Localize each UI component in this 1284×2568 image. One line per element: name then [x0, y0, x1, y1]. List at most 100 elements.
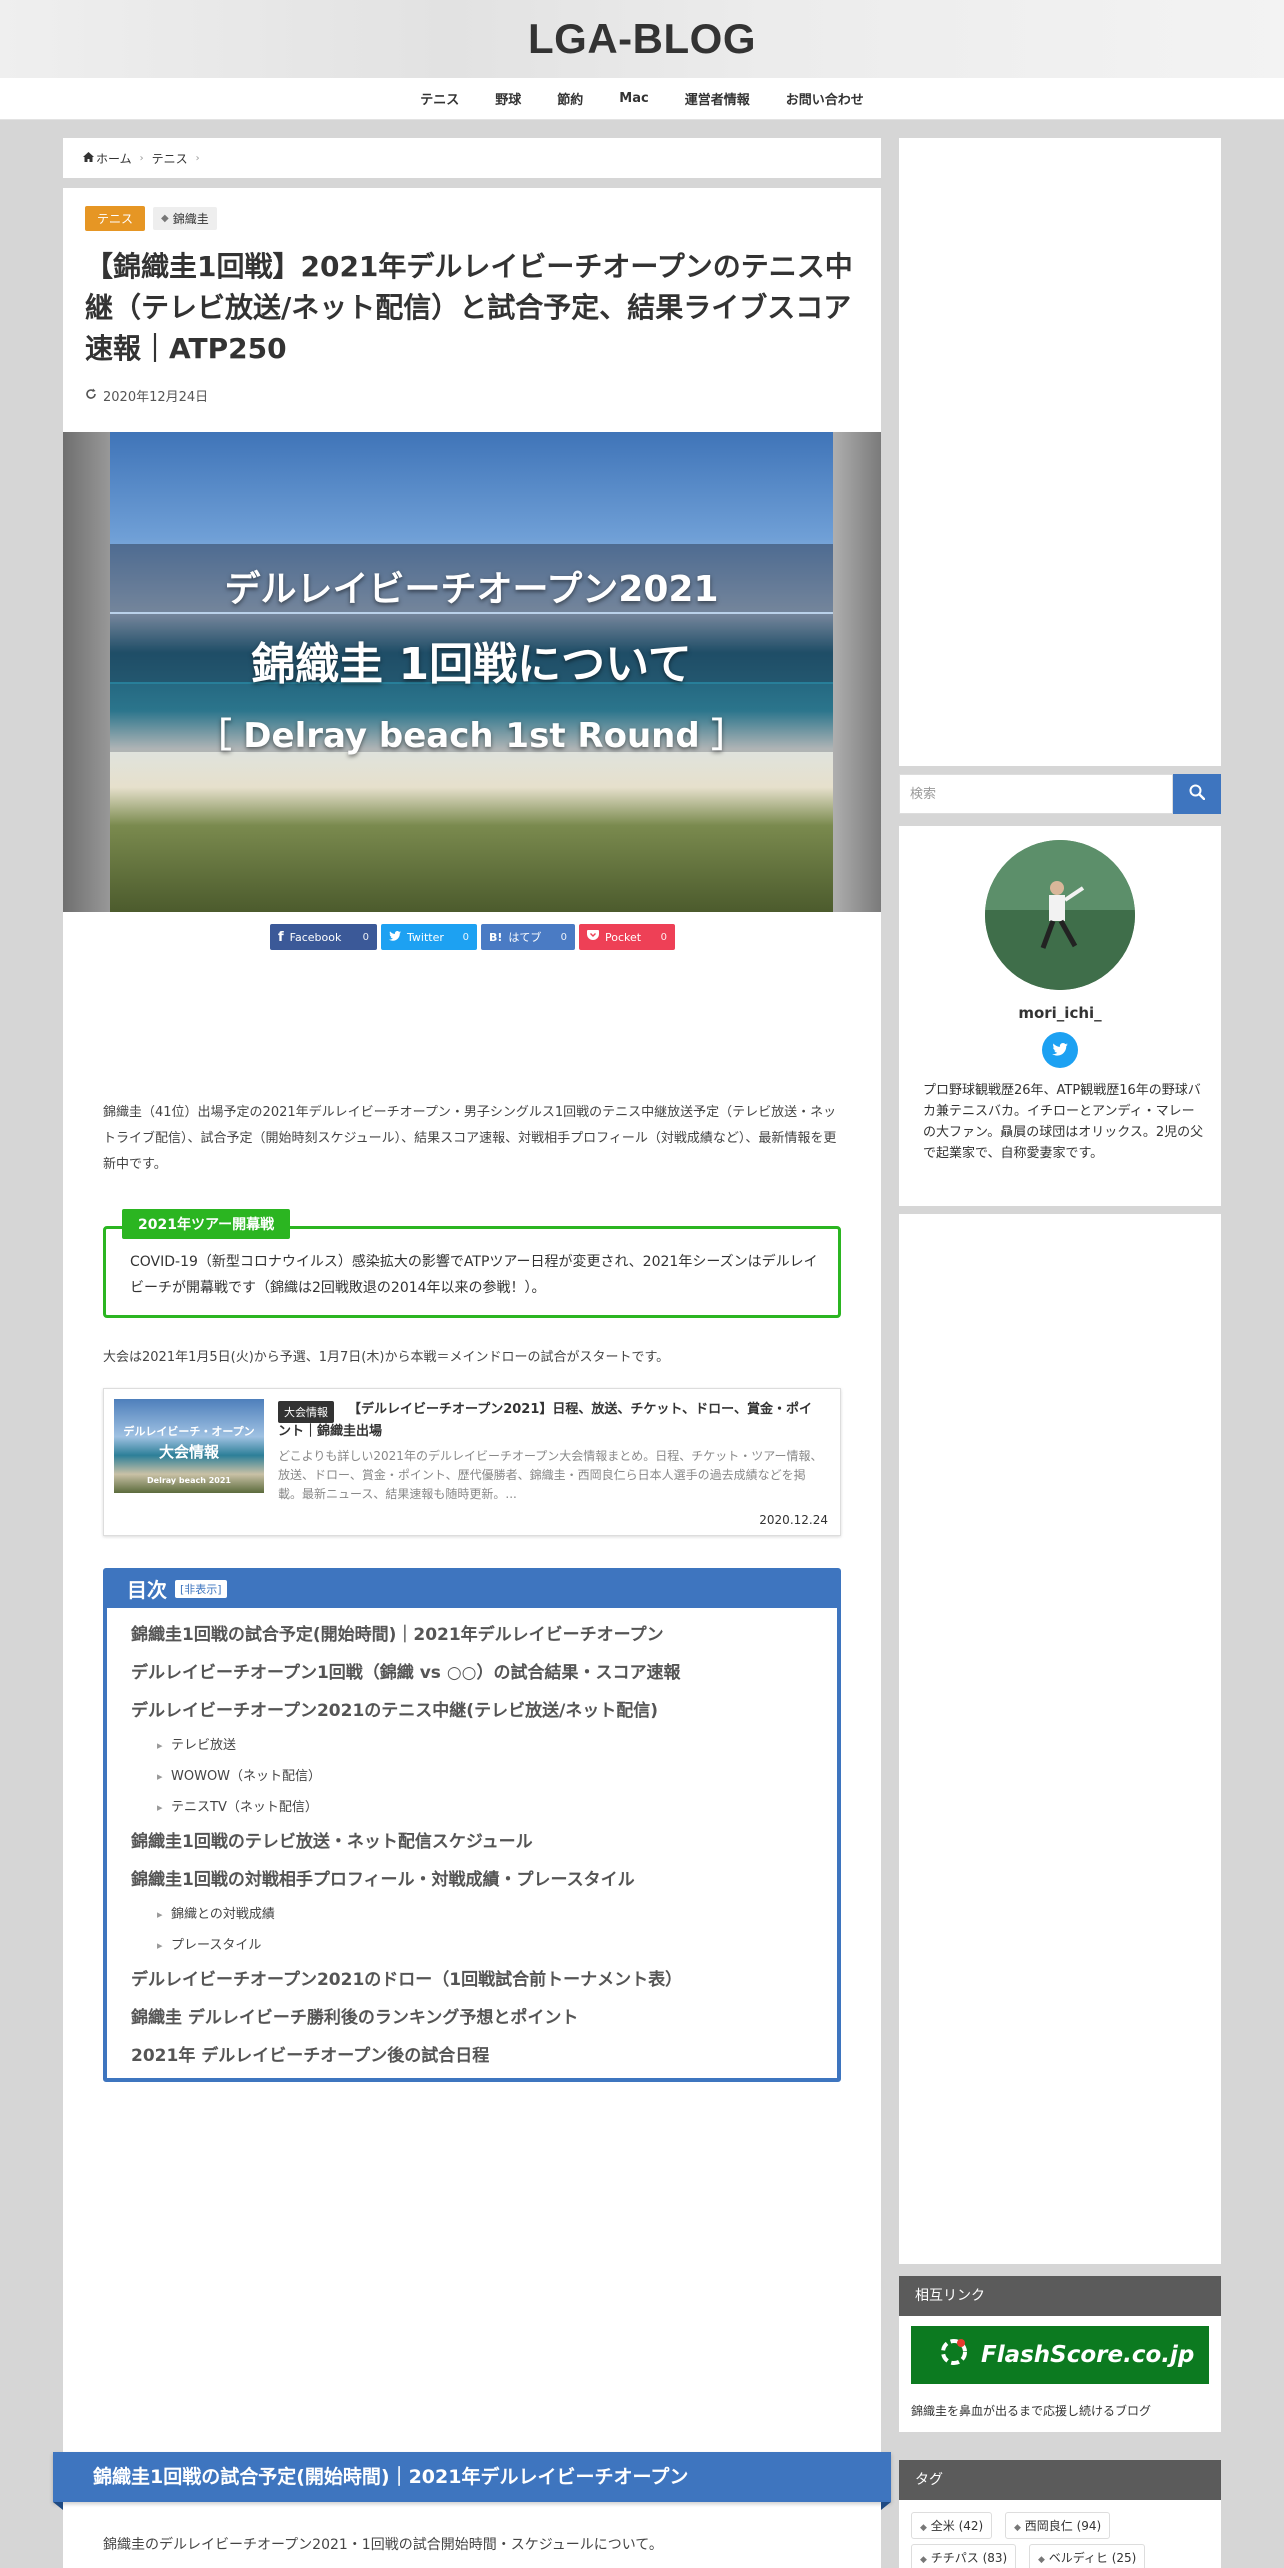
- tag-icon: ◆: [1038, 2555, 1045, 2565]
- tag-icon: ◆: [920, 2555, 927, 2565]
- toc-item[interactable]: 錦織圭1回戦の試合予定(開始時間)｜2021年デルレイビーチオープン: [131, 1616, 821, 1654]
- tag-chip-label: 全米 (42): [930, 2519, 984, 2533]
- card-description: どこよりも詳しい2021年のデルレイビーチオープン大会情報まとめ。日程、チケット…: [278, 1449, 823, 1501]
- tag-badge[interactable]: ◆ 錦織圭: [153, 207, 217, 230]
- intro-paragraph: 錦織圭（41位）出場予定の2021年デルレイビーチオープン・男子シングルス1回戦…: [103, 1105, 837, 1172]
- flashscore-banner[interactable]: FlashScore.co.jp: [911, 2326, 1209, 2384]
- nav-item-tennis[interactable]: テニス: [402, 89, 477, 108]
- tags-widget: ◆ 全米 (42) ◆ 西岡良仁 (94) ◆ チチパス (83) ◆ ベルディ…: [899, 2500, 1221, 2568]
- link-caption[interactable]: 錦織圭を鼻血が出るまで応援し続けるブログ: [911, 2402, 1151, 2419]
- breadcrumb-home[interactable]: ホーム: [96, 150, 132, 167]
- chevron-right-icon: ›: [139, 152, 144, 164]
- tour-note-text: COVID-19（新型コロナウイルス）感染拡大の影響でATPツアー日程が変更され…: [130, 1254, 818, 1296]
- toc-title: 目次: [127, 1578, 167, 1602]
- nav-item-saving[interactable]: 節約: [539, 89, 601, 108]
- toc-subitem[interactable]: WOWOW（ネット配信）: [131, 1761, 821, 1792]
- pocket-icon: [587, 930, 599, 944]
- card-thumb-line-1: デルレイビーチ・オープン: [123, 1425, 255, 1438]
- pocket-label: Pocket: [605, 930, 642, 944]
- tag-chip-label: ベルディヒ (25): [1048, 2551, 1137, 2565]
- date-text: 2020年12月24日: [103, 390, 209, 405]
- card-thumb-line-3: Delray beach 2021: [147, 1476, 231, 1485]
- breadcrumb: ホーム › テニス ›: [63, 138, 881, 178]
- facebook-label: Facebook: [289, 930, 342, 944]
- profile-widget: mori_ichi_ プロ野球観戦歴26年、ATP観戦歴16年の野球バカ兼テニス…: [899, 826, 1221, 1206]
- tag-chip[interactable]: ◆ ベルディヒ (25): [1029, 2544, 1146, 2568]
- card-thumbnail[interactable]: デルレイビーチ・オープン 大会情報 Delray beach 2021: [114, 1399, 264, 1493]
- tag-chip[interactable]: ◆ 全米 (42): [911, 2512, 993, 2539]
- search-icon: [1189, 784, 1206, 804]
- tag-icon: ◆: [920, 2523, 927, 2533]
- twitter-follow-button[interactable]: [1042, 1032, 1078, 1068]
- facebook-icon: f: [278, 929, 284, 945]
- hatebu-share-button[interactable]: B! はてブ 0: [481, 924, 575, 950]
- nav-item-contact[interactable]: お問い合わせ: [768, 89, 882, 108]
- nav-item-baseball[interactable]: 野球: [477, 89, 539, 108]
- hatebu-label: はてブ: [508, 931, 542, 944]
- toc-subitem[interactable]: テニスTV（ネット配信）: [131, 1792, 821, 1823]
- tag-icon: ◆: [1014, 2523, 1021, 2533]
- ad-slot: [899, 138, 1221, 766]
- site-title[interactable]: LGA-BLOG: [0, 0, 1284, 78]
- links-widget: FlashScore.co.jp 錦織圭を鼻血が出るまで応援し続けるブログ: [899, 2316, 1221, 2432]
- profile-name: mori_ichi_: [1018, 1004, 1102, 1022]
- schedule-paragraph: 大会は2021年1月5日(火)から予選、1月7日(木)から本戦＝メインドローの試…: [103, 1350, 670, 1365]
- refresh-icon: [85, 388, 97, 404]
- card-title[interactable]: 【デルレイビーチオープン2021】日程、放送、チケット、ドロー、賞金・ポイント｜…: [278, 1399, 824, 1443]
- facebook-count: 0: [362, 931, 369, 943]
- article-title: 【錦織圭1回戦】2021年デルレイビーチオープンのテニス中継（テレビ放送/ネット…: [85, 250, 853, 365]
- flashscore-logo-icon: [939, 2337, 969, 2373]
- avatar: [985, 840, 1135, 990]
- toc-subitem[interactable]: 錦織との対戦成績: [131, 1899, 821, 1930]
- update-date: 2020年12月24日: [85, 386, 208, 405]
- card-date: 2020.12.24: [759, 1513, 828, 1527]
- article: テニス ◆ 錦織圭 【錦織圭1回戦】2021年デルレイビーチオープンのテニス中継…: [53, 188, 891, 2568]
- toc-item[interactable]: デルレイビーチオープン1回戦（錦織 vs ○○）の試合結果・スコア速報: [131, 1654, 821, 1692]
- toc-item[interactable]: 2021年 デルレイビーチオープン後の試合日程: [131, 2037, 821, 2075]
- search-button[interactable]: [1173, 774, 1221, 814]
- share-buttons: f Facebook 0 Twitter 0 B! はてブ 0 Pocket 0: [270, 924, 675, 950]
- pocket-count: 0: [660, 931, 667, 943]
- chevron-right-icon: ›: [195, 152, 200, 164]
- toc-list: 錦織圭1回戦の試合予定(開始時間)｜2021年デルレイビーチオープン デルレイビ…: [131, 1616, 821, 2075]
- profile-description: プロ野球観戦歴26年、ATP観戦歴16年の野球バカ兼テニスバカ。イチローとアンデ…: [923, 1083, 1204, 1161]
- toc-item[interactable]: デルレイビーチオープン2021のテニス中継(テレビ放送/ネット配信): [131, 1692, 821, 1730]
- toc-subitem[interactable]: プレースタイル: [131, 1930, 821, 1961]
- hero-line-1: デルレイビーチオープン2021: [224, 569, 719, 610]
- toc-item[interactable]: 錦織圭1回戦の対戦相手プロフィール・対戦成績・プレースタイル: [131, 1861, 821, 1899]
- global-nav: テニス 野球 節約 Mac 運営者情報 お問い合わせ: [0, 78, 1284, 120]
- toc-item[interactable]: 錦織圭 デルレイビーチ勝利後のランキング予想とポイント: [131, 1999, 821, 2037]
- breadcrumb-category[interactable]: テニス: [152, 150, 188, 167]
- hero-image: デルレイビーチオープン2021 錦織圭 1回戦について ［ Delray bea…: [63, 432, 881, 912]
- twitter-icon: [1052, 1041, 1068, 1060]
- tag-chip[interactable]: ◆ 西岡良仁 (94): [1005, 2512, 1111, 2539]
- tag-chip-label: 西岡良仁 (94): [1024, 2519, 1102, 2533]
- facebook-share-button[interactable]: f Facebook 0: [270, 924, 377, 950]
- tag-icon: ◆: [161, 213, 169, 224]
- table-of-contents: 目次 [非表示] 錦織圭1回戦の試合予定(開始時間)｜2021年デルレイビーチオ…: [103, 1568, 841, 2082]
- pocket-share-button[interactable]: Pocket 0: [579, 924, 675, 950]
- tour-note-box: 2021年ツアー開幕戦 COVID-19（新型コロナウイルス）感染拡大の影響でA…: [103, 1209, 841, 1318]
- search-form: [899, 774, 1221, 814]
- related-post-card[interactable]: デルレイビーチ・オープン 大会情報 Delray beach 2021 大会情報…: [103, 1388, 841, 1536]
- nav-item-mac[interactable]: Mac: [601, 91, 666, 106]
- twitter-share-button[interactable]: Twitter 0: [381, 924, 477, 950]
- ad-slot: [899, 1214, 1221, 2264]
- hero-line-3: ［ Delray beach 1st Round ］: [197, 716, 746, 756]
- section-heading: 錦織圭1回戦の試合予定(開始時間)｜2021年デルレイビーチオープン: [53, 2452, 891, 2510]
- toc-item[interactable]: 錦織圭1回戦のテレビ放送・ネット配信スケジュール: [131, 1823, 821, 1861]
- links-widget-heading: 相互リンク: [899, 2276, 1221, 2316]
- category-badge[interactable]: テニス: [85, 206, 146, 231]
- tag-chip[interactable]: ◆ チチパス (83): [911, 2544, 1017, 2568]
- twitter-count: 0: [462, 931, 469, 943]
- nav-item-about[interactable]: 運営者情報: [667, 89, 768, 108]
- home-icon: [83, 151, 94, 165]
- hatebu-icon: B!: [489, 930, 503, 944]
- toc-subitem[interactable]: テレビ放送: [131, 1730, 821, 1761]
- tags-widget-heading: タグ: [899, 2460, 1221, 2500]
- search-input[interactable]: [899, 774, 1173, 814]
- main-content: ホーム › テニス › テニス ◆ 錦織圭 【錦織圭1回戦】2021年デルレイビ…: [53, 138, 891, 2568]
- toc-item[interactable]: デルレイビーチオープン2021のドロー（1回戦試合前トーナメント表）: [131, 1961, 821, 1999]
- tag-label: 錦織圭: [172, 212, 209, 226]
- toc-toggle-button[interactable]: [非表示]: [175, 1579, 227, 1598]
